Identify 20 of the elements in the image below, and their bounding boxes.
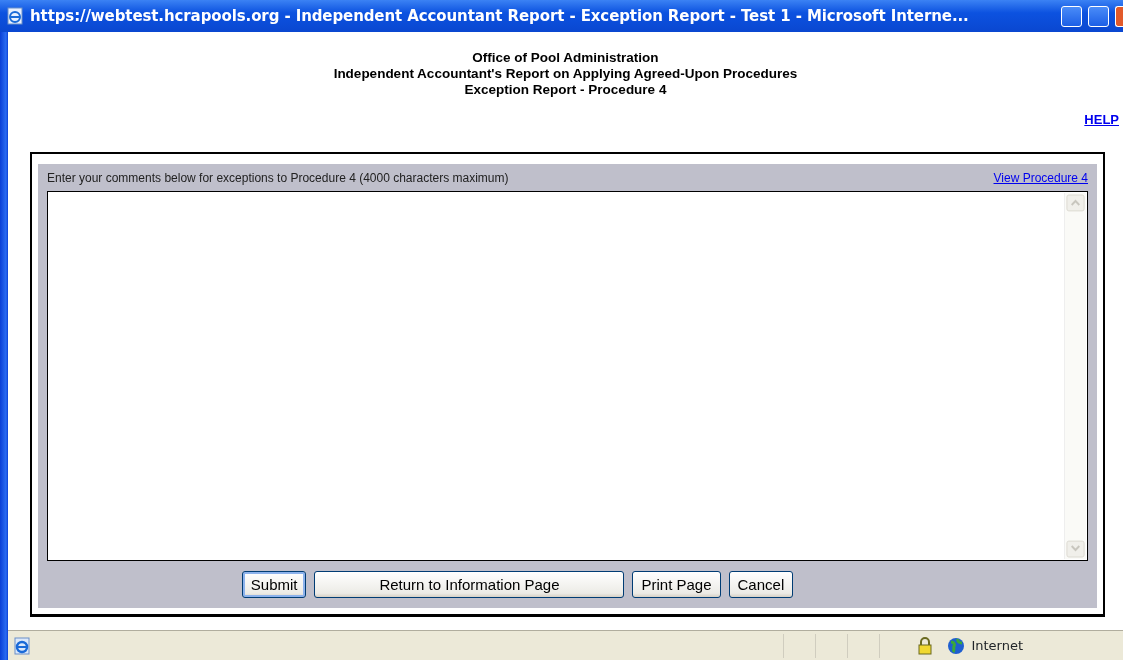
view-procedure-link[interactable]: View Procedure 4 [993,168,1088,187]
form-button[interactable]: Submit [241,570,307,598]
zone-label: Internet [971,636,1023,655]
maximize-button[interactable] [1088,5,1109,27]
header-title: Independent Accountant's Report on Applying Agreed-Upon Procedures [332,66,799,82]
lock-icon [917,635,934,656]
page-icon [12,635,32,656]
comments-field[interactable] [47,190,1088,561]
window-title: https://webtest.hcrapools.org - Independent Accountant Report - Exception Report - Test 1 - Microsoft Interne... [30,5,969,27]
help-link[interactable]: HELP [1084,110,1119,130]
instruction-text: Enter your comments below for exceptions to Procedure 4 (4000 characters maximum) [47,169,509,187]
browser-icon [6,7,24,25]
globe-icon [947,636,966,655]
form-button[interactable]: Print Page [632,570,721,598]
header-title: Office of Pool Administration [471,50,660,66]
form-button[interactable]: Cancel [728,570,794,598]
header-title: Exception Report - Procedure 4 [463,82,668,98]
close-button[interactable] [1115,5,1123,27]
minimize-button[interactable] [1061,5,1082,27]
form-button[interactable]: Return to Information Page [314,570,625,598]
